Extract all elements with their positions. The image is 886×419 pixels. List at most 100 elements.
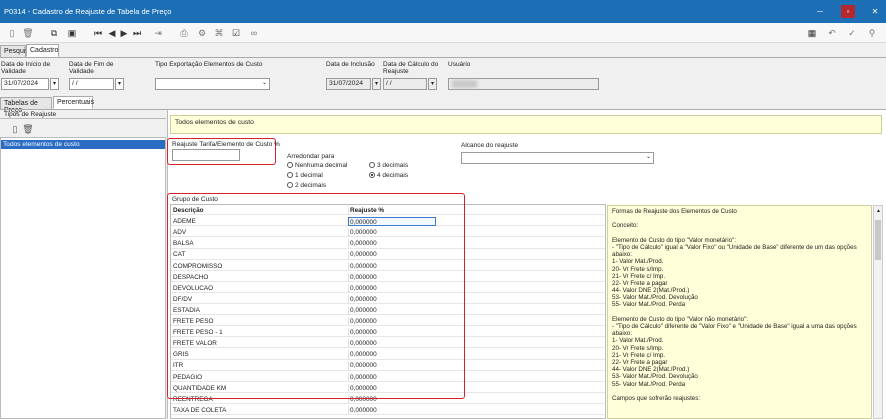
highlight-grupo	[167, 193, 465, 399]
info-line	[612, 309, 867, 316]
first-record-icon[interactable]: ⏮	[92, 27, 104, 39]
tab-cadastro[interactable]: Cadastro	[26, 44, 59, 57]
radio-label: 4 decimais	[377, 171, 409, 179]
list-item[interactable]: Todos elementos de custo	[1, 140, 165, 149]
info-line: Conceito:	[612, 222, 639, 230]
info-line: 21- Vr Frete c/ Imp.	[612, 272, 666, 280]
info-panel: Formas de Reajuste dos Elementos de Cust…	[607, 205, 872, 419]
radio-4-decimais[interactable]	[369, 172, 375, 178]
info-line: Elemento de Custo do tipo "Valor não mon…	[612, 315, 749, 323]
info-line: abaixo:	[612, 251, 632, 259]
tab-percentuais[interactable]: Percentuais	[53, 96, 94, 109]
copy-icon[interactable]: ⧉	[48, 27, 60, 39]
blurred-user	[452, 80, 477, 88]
info-line: 44- Valor DNE 2(Mat./Prod.)	[612, 366, 690, 374]
radio-2-decimais[interactable]	[287, 182, 293, 188]
reajuste-input[interactable]	[172, 149, 240, 161]
info-line: 1- Valor Mat./Prod.	[612, 258, 664, 266]
cell-reajuste[interactable]: 0,000000	[348, 405, 436, 415]
end-date-input[interactable]: / /	[69, 78, 114, 90]
info-line: Campos que sofrerão reajustes:	[612, 394, 701, 402]
radio-label: 2 decimais	[295, 181, 327, 189]
tab-label: Percentuais	[57, 99, 94, 106]
cell-descricao: TAXA DE COLETA	[173, 406, 227, 414]
close-icon[interactable]: ✕	[868, 5, 882, 18]
info-line: 20- Vr Frete s/Imp.	[612, 265, 664, 273]
inclusion-date-label: Data de Inclusão	[326, 61, 375, 68]
info-line: 44- Valor DNE 2(Mat./Prod.)	[612, 287, 690, 295]
info-line	[612, 230, 867, 237]
start-date-input[interactable]: 31/07/2024	[1, 78, 49, 90]
alcance-label: Alcance do reajuste	[461, 142, 519, 149]
prev-record-icon[interactable]: ◀	[106, 27, 118, 39]
left-panel-title: Tipos de Reajuste	[4, 111, 57, 118]
info-line: 53- Valor Mat./Prod. Devolução	[612, 373, 698, 381]
info-text: Formas de Reajuste dos Elementos de Cust…	[612, 208, 867, 402]
check-icon[interactable]: ☑	[230, 27, 242, 39]
user-label: Usuário	[448, 61, 471, 68]
next-record-icon[interactable]: ▶	[118, 27, 130, 39]
new-icon[interactable]: ▯	[6, 27, 18, 39]
radio-3-decimais[interactable]	[369, 162, 375, 168]
end-date-dropdown[interactable]: ▾	[115, 78, 124, 90]
export-type-select[interactable]	[155, 78, 270, 90]
export-type-label: Tipo Exportação Elementos de Custo	[155, 61, 263, 68]
info-line: abaixo:	[612, 330, 632, 338]
info-line: 55- Valor Mat./Prod. Perda	[612, 380, 686, 388]
calc-date-input: / /	[383, 78, 427, 90]
minimize-icon[interactable]: ─	[813, 5, 827, 18]
delete-icon[interactable]: 🗑	[22, 27, 34, 39]
title-bar: P0314 - Cadastro de Reajuste de Tabela d…	[0, 0, 886, 23]
info-line: 55- Valor Mat./Prod. Perda	[612, 301, 686, 309]
scroll-thumb[interactable]	[875, 220, 881, 260]
reajuste-label: Reajuste Tarifa/Elemento de Custo %	[172, 141, 280, 148]
alcance-select[interactable]	[461, 152, 654, 164]
settings-icon[interactable]: ⚙	[196, 27, 208, 39]
radio-label: 1 decimal	[295, 171, 323, 179]
search-icon[interactable]: ⚲	[866, 27, 878, 39]
exit-icon[interactable]: ⇥	[152, 27, 164, 39]
inclusion-date-dropdown: ▾	[372, 78, 381, 90]
start-date-label: Data de Início de Validade	[1, 61, 51, 75]
info-line: 53- Valor Mat./Prod. Devolução	[612, 294, 698, 302]
new-type-icon[interactable]: ▯	[9, 123, 21, 135]
inclusion-date-input: 31/07/2024	[326, 78, 371, 90]
info-line: Elemento de Custo do tipo "Valor monetár…	[612, 236, 736, 244]
attach-icon[interactable]: ⌘	[213, 27, 225, 39]
print-icon[interactable]: ⎙	[178, 27, 190, 39]
info-line: 1- Valor Mat./Prod.	[612, 337, 664, 345]
radio-nenhuma[interactable]	[287, 162, 293, 168]
scroll-up-icon[interactable]: ▲	[876, 208, 881, 214]
maximize-icon[interactable]: ▫	[841, 5, 855, 18]
info-line: Formas de Reajuste dos Elementos de Cust…	[612, 208, 737, 215]
tab-label: Cadastro	[30, 47, 59, 54]
calc-date-label: Data de Cálculo do Reajuste	[383, 61, 439, 75]
info-line: 22- Vr Frete a pagar	[612, 279, 668, 287]
last-record-icon[interactable]: ⏭	[131, 27, 143, 39]
info-line: 20- Vr Frete s/Imp.	[612, 344, 664, 352]
radio-label: 3 decimais	[377, 161, 409, 169]
save-icon[interactable]: ▣	[66, 27, 78, 39]
start-date-dropdown[interactable]: ▾	[50, 78, 59, 90]
delete-type-icon[interactable]: 🗑	[22, 123, 34, 135]
info-line: 22- Vr Frete a pagar	[612, 358, 668, 366]
radio-label: Nenhuma decimal	[295, 161, 348, 169]
calc-date-dropdown: ▾	[428, 78, 437, 90]
arredondar-label: Arredondar para	[287, 153, 335, 160]
table-row[interactable]: TAXA DE COLETA 0,000000	[171, 405, 605, 416]
reajuste-types-list[interactable]	[0, 137, 166, 419]
info-scrollbar[interactable]: ▲	[873, 205, 883, 419]
radio-1-decimal[interactable]	[287, 172, 293, 178]
toolbar: ▯ 🗑 ⧉ ▣ ⏮ ◀ ▶ ⏭ ⇥ ⎙ ⚙ ⌘ ☑ ∞ ▦ ↶ ✓ ⚲	[0, 23, 886, 43]
confirm-icon[interactable]: ✓	[846, 27, 858, 39]
undo-icon[interactable]: ↶	[826, 27, 838, 39]
info-line	[612, 388, 867, 395]
info-line: - "Tipo de Cálculo" diferente de "Valor …	[612, 323, 857, 330]
end-date-label: Data de Fim de Validade	[69, 61, 114, 75]
chevron-down-icon: ⌄	[646, 154, 652, 160]
info-line	[612, 215, 867, 222]
link-icon[interactable]: ∞	[248, 27, 260, 39]
calculator-icon[interactable]: ▦	[806, 27, 818, 39]
section-title: Todos elementos de custo	[170, 115, 882, 134]
window-title: P0314 - Cadastro de Reajuste de Tabela d…	[4, 7, 172, 16]
